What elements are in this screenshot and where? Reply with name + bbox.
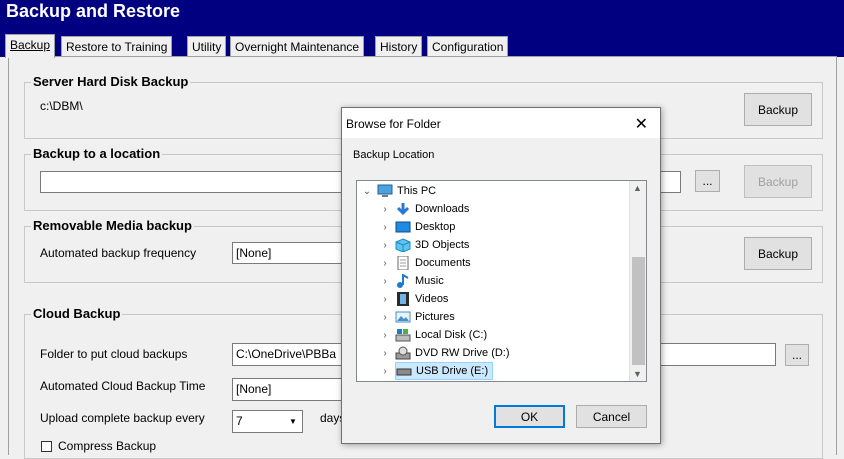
window-title: Backup and Restore [6,1,181,21]
chevron-right-icon[interactable]: › [379,348,391,359]
music-icon [395,273,411,288]
dvd-drive-icon [395,346,411,360]
downloads-icon [395,202,411,216]
cloud-time-label: Automated Cloud Backup Time [40,379,206,393]
compress-backup-label: Compress Backup [58,439,157,453]
scroll-down-icon[interactable]: ▼ [633,369,642,379]
tree-item-documents[interactable]: › Documents [379,254,471,272]
title-bar: Backup and Restore [0,0,844,31]
tree-item-label: USB Drive (E:) [416,365,489,377]
backup-frequency-label: Automated backup frequency [40,246,197,260]
tree-item-label: DVD RW Drive (D:) [415,347,510,359]
tree-item-label: Local Disk (C:) [415,329,488,341]
tree-item-this-pc[interactable]: ⌄ This PC [361,182,436,200]
tree-item-usb-drive[interactable]: › USB Drive (E:) [379,362,494,380]
tree-item-label: Videos [415,293,449,305]
removable-backup-button[interactable]: Backup [744,237,812,270]
cloud-time-select[interactable]: [None] [232,378,342,401]
selected-highlight[interactable]: USB Drive (E:) [395,362,494,380]
upload-frequency-value: 7 [236,414,243,428]
tree-item-label: Documents [415,257,471,269]
folder-tree[interactable]: ⌄ This PC › Downloads › Desktop › 3D Obj… [356,180,647,382]
tree-item-pictures[interactable]: › Pictures [379,308,455,326]
location-backup-button[interactable]: Backup [744,165,812,198]
chevron-right-icon[interactable]: › [379,330,391,341]
tree-item-label: This PC [397,185,437,197]
usb-drive-icon [396,364,412,378]
cloud-folder-label: Folder to put cloud backups [40,347,188,361]
tab-restore-to-training[interactable]: Restore to Training [61,36,173,58]
cloud-browse-button[interactable]: ... [785,344,809,366]
tree-item-music[interactable]: › Music [379,272,444,290]
tab-utility[interactable]: Utility [187,36,227,58]
tree-item-label: Downloads [415,203,470,215]
3d-objects-icon [395,238,411,253]
location-browse-button[interactable]: ... [695,170,720,192]
removable-backup-heading: Removable Media backup [31,218,194,233]
tree-scrollbar[interactable]: ▲ ▼ [629,181,646,381]
dialog-title-bar: Browse for Folder ✕ [342,108,660,138]
chevron-right-icon[interactable]: › [379,312,391,323]
chevron-right-icon[interactable]: › [379,366,391,377]
tab-backup[interactable]: Backup [5,34,56,58]
videos-icon [395,292,411,306]
chevron-right-icon[interactable]: › [379,276,391,287]
chevron-right-icon[interactable]: › [379,204,391,215]
documents-icon [395,255,411,271]
tree-item-downloads[interactable]: › Downloads [379,200,469,218]
scrollbar-thumb[interactable] [632,257,645,365]
tab-overnight-maintenance[interactable]: Overnight Maintenance [230,36,365,58]
tree-item-desktop[interactable]: › Desktop [379,218,455,236]
chevron-right-icon[interactable]: › [379,222,391,233]
browse-folder-dialog: Browse for Folder ✕ Backup Location ⌄ Th… [341,107,661,444]
tab-history[interactable]: History [375,36,423,58]
scroll-up-icon[interactable]: ▲ [633,183,642,193]
tree-item-dvd-drive[interactable]: › DVD RW Drive (D:) [379,344,510,362]
desktop-icon [395,220,411,234]
chevron-right-icon[interactable]: › [379,294,391,305]
tree-item-label: 3D Objects [415,239,470,251]
server-backup-path: c:\DBM\ [40,99,83,113]
dialog-label: Backup Location [353,149,435,161]
chevron-down-icon[interactable]: ⌄ [361,186,373,197]
cloud-backup-heading: Cloud Backup [31,306,123,321]
backup-frequency-select[interactable]: [None] [232,242,342,264]
compress-backup-checkbox[interactable] [41,441,52,452]
server-backup-button[interactable]: Backup [744,93,812,126]
server-backup-heading: Server Hard Disk Backup [31,74,191,89]
location-backup-heading: Backup to a location [31,146,163,161]
dialog-title: Browse for Folder [346,117,441,131]
computer-icon [377,184,393,198]
local-disk-icon [395,328,411,342]
chevron-down-icon[interactable]: ▼ [285,412,301,431]
chevron-right-icon[interactable]: › [379,240,391,251]
tree-item-3d-objects[interactable]: › 3D Objects [379,236,469,254]
tab-strip: Backup Restore to Training Utility Overn… [0,31,844,58]
upload-frequency-select[interactable]: 7 ▼ [232,410,303,433]
upload-frequency-label: Upload complete backup every [40,411,205,425]
tree-item-videos[interactable]: › Videos [379,290,448,308]
tab-configuration[interactable]: Configuration [427,36,509,58]
close-icon[interactable]: ✕ [635,114,648,134]
tree-item-label: Music [415,275,444,287]
tree-item-label: Desktop [415,221,456,233]
cancel-button[interactable]: Cancel [576,405,647,428]
tree-item-local-disk[interactable]: › Local Disk (C:) [379,326,487,344]
pictures-icon [395,310,411,324]
tree-item-label: Pictures [415,311,455,323]
chevron-right-icon[interactable]: › [379,258,391,269]
ok-button[interactable]: OK [494,405,565,428]
